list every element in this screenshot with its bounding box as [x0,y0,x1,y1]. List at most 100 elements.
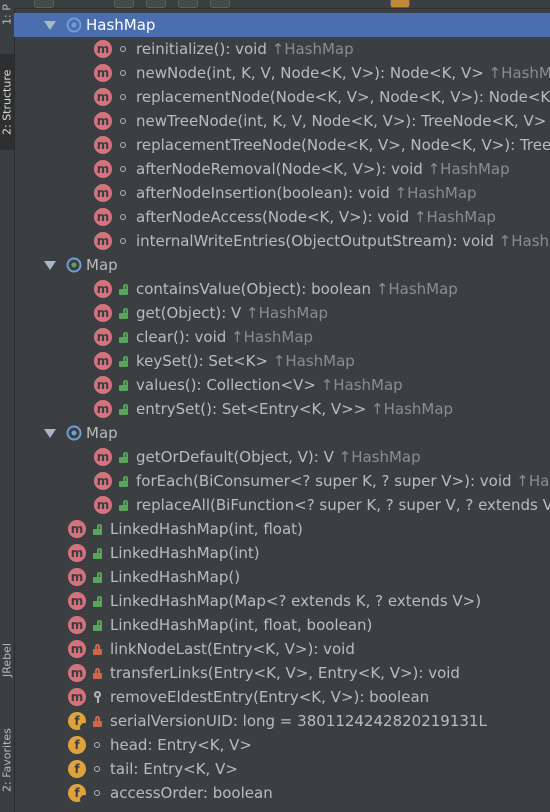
method-icon: m [94,40,112,58]
method-icon: m [94,496,112,514]
package-dot-icon [118,187,128,199]
method-icon: m [94,88,112,106]
tree-member-row[interactable]: f accessOrder: boolean [14,781,550,805]
tree-member-row[interactable]: m replaceAll(BiFunction<? super K, ? supe… [14,493,550,517]
tree-member-row[interactable]: f head: Entry<K, V> [14,733,550,757]
project-tab[interactable]: 1: P [0,0,14,30]
expand-arrow-icon[interactable] [44,261,56,270]
member-signature: containsValue(Object): boolean ↑HashMap [136,277,458,301]
method-icon: m [94,352,112,370]
member-origin: ↑HashM [498,232,550,250]
tree-member-row[interactable]: m values(): Collection<V> ↑HashMap [14,373,550,397]
method-icon: m [94,64,112,82]
package-dot-icon [118,91,128,103]
public-lock-icon [92,523,102,535]
tree-member-row[interactable]: m keySet(): Set<K> ↑HashMap [14,349,550,373]
tree-group-row[interactable]: HashMap [14,13,550,37]
method-icon: m [94,328,112,346]
member-name: replacementNode(Node<K, V>, Node<K, V>):… [136,88,550,106]
member-origin: ↑HashMap [371,280,458,298]
tree-member-row[interactable]: m LinkedHashMap() [14,565,550,589]
private-lock-icon [92,643,102,655]
method-icon: m [68,640,86,658]
member-name: newTreeNode(int, K, V, Node<K, V>): Tree… [136,112,547,130]
member-signature: values(): Collection<V> ↑HashMap [136,373,403,397]
method-icon: m [68,664,86,682]
show-inherited-button[interactable] [114,0,134,8]
member-name: head: Entry<K, V> [110,736,252,754]
tree-member-row[interactable]: f tail: Entry<K, V> [14,757,550,781]
tree-member-row[interactable]: m newTreeNode(int, K, V, Node<K, V>): Tre… [14,109,550,133]
member-origin: ↑HashMap [366,400,454,418]
method-icon: m [68,592,86,610]
member-signature: LinkedHashMap(Map<? extends K, ? extends… [110,589,481,613]
tree-group-row[interactable]: Map [14,253,550,277]
expand-arrow-icon[interactable] [44,429,56,438]
tree-member-row[interactable]: m reinitialize(): void ↑HashMap [14,37,550,61]
tree-member-row[interactable]: m removeEldestEntry(Entry<K, V>): boolean [14,685,550,709]
show-lambdas-button[interactable] [210,0,230,8]
autoscroll-button[interactable] [390,0,410,8]
member-signature: internalWriteEntries(ObjectOutputStream)… [136,229,550,253]
public-lock-icon [118,307,128,319]
expand-arrow-icon[interactable] [44,21,56,30]
tree-member-row[interactable]: m getOrDefault(Object, V): V ↑HashMap [14,445,550,469]
group-label: Map [86,424,118,442]
method-icon: m [94,448,112,466]
field-icon: f [68,784,89,804]
jrebel-tab[interactable]: JRebel [0,628,14,692]
tree-group-row[interactable]: Map [14,421,550,445]
tree-member-row[interactable]: m LinkedHashMap(Map<? extends K, ? extend… [14,589,550,613]
tree-member-row[interactable]: m entrySet(): Set<Entry<K, V>> ↑HashMap [14,397,550,421]
tree-member-row[interactable]: m afterNodeInsertion(boolean): void ↑Hash… [14,181,550,205]
member-name: entrySet(): Set<Entry<K, V>> [136,400,367,418]
tree-member-row[interactable]: m linkNodeLast(Entry<K, V>): void [14,637,550,661]
structure-tree[interactable]: HashMap m reinitialize(): void ↑HashMap m ne… [14,13,550,812]
structure-tab-label: 2: Structure [0,69,14,135]
tree-member-row[interactable]: m clear(): void ↑HashMap [14,325,550,349]
member-name: LinkedHashMap(Map<? extends K, ? extends… [110,592,482,610]
member-name: internalWriteEntries(ObjectOutputStream)… [136,232,494,250]
package-dot-icon [92,787,102,799]
tree-member-row[interactable]: m afterNodeAccess(Node<K, V>): void ↑Hash… [14,205,550,229]
sort-button[interactable] [34,0,54,8]
show-fields-button[interactable] [146,0,166,8]
package-dot-icon [118,115,128,127]
tree-member-row[interactable]: m replacementNode(Node<K, V>, Node<K, V>)… [14,85,550,109]
member-signature: forEach(BiConsumer<? super K, ? super V>… [136,469,550,493]
tree-member-row[interactable]: f serialVersionUID: long = 38011242428202… [14,709,550,733]
member-name: replaceAll(BiFunction<? super K, ? super… [136,496,550,514]
tree-member-row[interactable]: m internalWriteEntries(ObjectOutputStream… [14,229,550,253]
member-signature: newTreeNode(int, K, V, Node<K, V>): Tree… [136,109,546,133]
member-name: serialVersionUID: long = 380112424282021… [110,712,487,730]
method-icon: m [94,304,112,322]
member-origin: ↑HashMap [389,184,477,202]
member-name: getOrDefault(Object, V): V [136,448,334,466]
tree-member-row[interactable]: m LinkedHashMap(int, float, boolean) [14,613,550,637]
tree-member-row[interactable]: m afterNodeRemoval(Node<K, V>): void ↑Has… [14,157,550,181]
member-signature: getOrDefault(Object, V): V ↑HashMap [136,445,421,469]
class-icon [66,257,82,273]
member-signature: replacementNode(Node<K, V>, Node<K, V>):… [136,85,550,109]
tool-window-strip: 1: P 2: Structure JRebel 2: Favorites [0,0,15,812]
tree-member-row[interactable]: m newNode(int, K, V, Node<K, V>): Node<K,… [14,61,550,85]
tree-member-row[interactable]: m transferLinks(Entry<K, V>, Entry<K, V>)… [14,661,550,685]
structure-tab[interactable]: 2: Structure [0,54,14,150]
tree-member-row[interactable]: m containsValue(Object): boolean ↑HashMap [14,277,550,301]
tree-member-row[interactable]: m replacementTreeNode(Node<K, V>, Node<K,… [14,133,550,157]
favorites-tab[interactable]: 2: Favorites [0,712,14,808]
favorites-tab-label: 2: Favorites [0,728,14,792]
member-name: LinkedHashMap(int, float) [110,520,303,538]
show-nonpublic-button[interactable] [178,0,198,8]
public-lock-icon [118,331,128,343]
tree-member-row[interactable]: m LinkedHashMap(int) [14,541,550,565]
public-lock-icon [118,355,128,367]
structure-toolbar [14,0,550,9]
tree-member-row[interactable]: m get(Object): V ↑HashMap [14,301,550,325]
tree-member-row[interactable]: m forEach(BiConsumer<? super K, ? super V… [14,469,550,493]
tree-member-row[interactable]: m LinkedHashMap(int, float) [14,517,550,541]
member-signature: reinitialize(): void ↑HashMap [136,37,354,61]
member-origin: ↑Hashl [516,472,550,490]
member-signature: LinkedHashMap(int) [110,541,260,565]
member-signature: transferLinks(Entry<K, V>, Entry<K, V>):… [110,661,460,685]
